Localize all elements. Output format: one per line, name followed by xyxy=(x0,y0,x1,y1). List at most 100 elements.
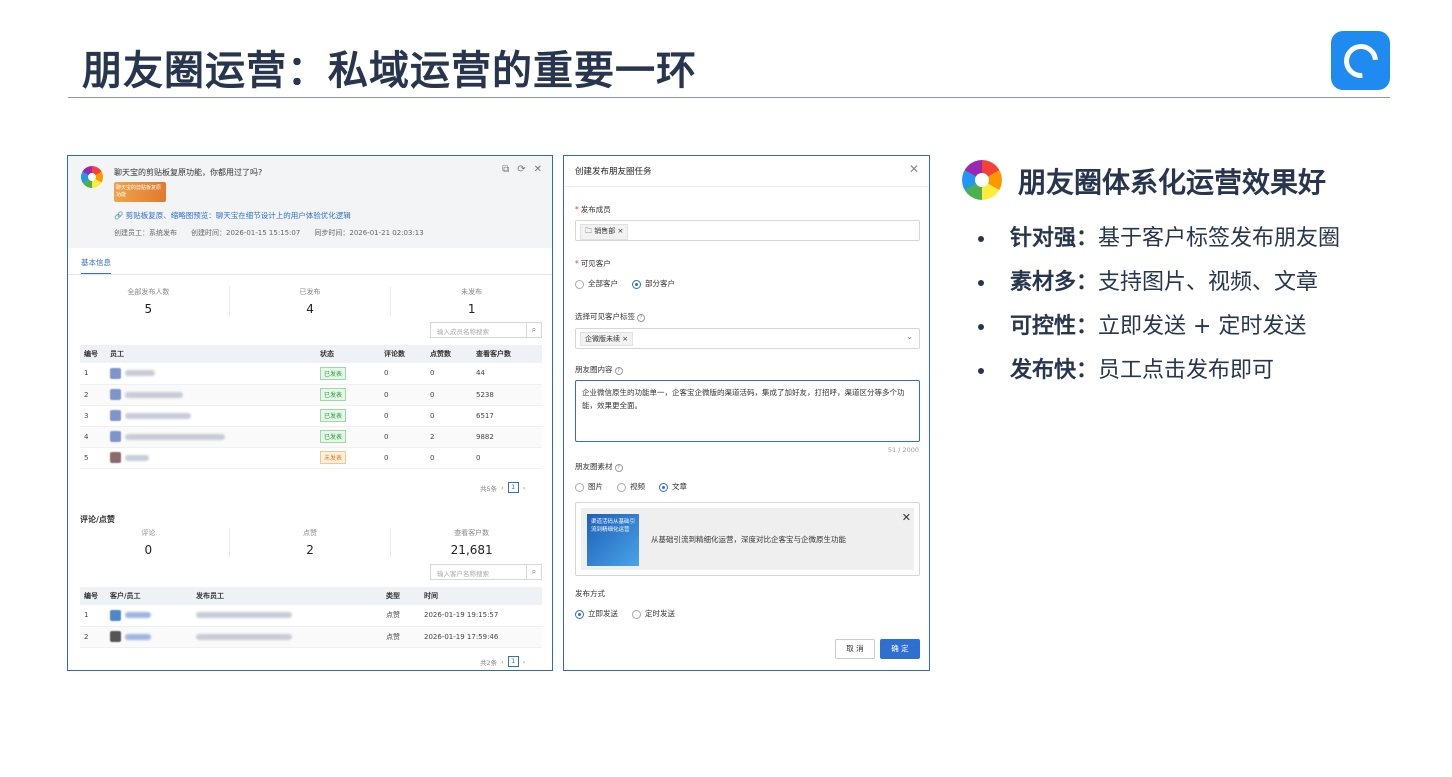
cell-no: 4 xyxy=(80,426,106,448)
article-card-body: 渠道活码从基础引流到精细化运营 从基础引流到精细化运营，深度对比企客宝与企微原生… xyxy=(581,508,914,570)
article-card[interactable]: 渠道活码从基础引流到精细化运营 从基础引流到精细化运营，深度对比企客宝与企微原生… xyxy=(575,502,920,576)
feature-text: 基于客户标签发布朋友圈 xyxy=(1098,226,1341,251)
help-icon[interactable]: ? xyxy=(637,314,645,322)
stat-viewers: 查看客户数 21,681 xyxy=(390,528,552,557)
confirm-button[interactable]: 确 定 xyxy=(880,639,920,659)
dialog-title: 创建发布朋友圈任务 xyxy=(575,167,652,177)
cell-viewers: 44 xyxy=(472,363,542,385)
label-text: 朋友圈内容 xyxy=(575,365,613,374)
content-textarea[interactable]: 企业微信原生的功能单一，企客宝企微版的渠道活码，集成了加好友，打招呼，渠道区分等… xyxy=(575,380,920,442)
cell-likes: 0 xyxy=(426,363,472,385)
engagement-table: 编号 客户/员工 发布员工 类型 时间 1 点赞 2026-01-19 19:1… xyxy=(80,587,542,648)
content-label: 朋友圈内容? xyxy=(575,364,623,375)
meta-created: 创建时间：2026-01-15 15:15:07 xyxy=(191,229,301,237)
table-row[interactable]: 4 已发表 0 2 9882 xyxy=(80,426,542,448)
prev-page-icon[interactable]: ‹ xyxy=(501,484,504,492)
publisher-field[interactable]: 🗀 销售部 × xyxy=(575,220,920,241)
cell-no: 2 xyxy=(80,626,106,648)
next-page-icon[interactable]: › xyxy=(523,658,526,666)
moments-detail-panel: 聊天宝的剪贴板复原功能，你都用过了吗? ⧉ ⟳ ✕ 聊天宝的剪贴板复原功能 🔗 … xyxy=(67,155,553,671)
stat-label: 未发布 xyxy=(461,288,483,296)
char-counter: 51 / 2000 xyxy=(887,446,919,454)
col-employee: 员工 xyxy=(106,345,316,363)
cell-viewers: 6517 xyxy=(472,405,542,427)
chip-label: 企微版未续 xyxy=(585,335,620,343)
radio-label: 视频 xyxy=(630,482,645,491)
cell-employee xyxy=(106,384,316,406)
cell-type: 点赞 xyxy=(382,605,420,627)
visible-customers-radio-group: 全部客户 部分客户 xyxy=(575,278,675,289)
radio-scheduled[interactable]: 定时发送 xyxy=(632,608,675,619)
refresh-icon[interactable]: ⟳ xyxy=(517,164,525,175)
close-icon[interactable]: ✕ xyxy=(534,164,542,175)
cell-employee xyxy=(106,363,316,385)
cell-viewers: 9882 xyxy=(472,426,542,448)
radio-all-customers[interactable]: 全部客户 xyxy=(575,278,618,289)
help-icon[interactable]: ? xyxy=(614,367,623,375)
cell-likes: 2 xyxy=(426,426,472,448)
cell-viewers: 5238 xyxy=(472,384,542,406)
search-placeholder: 输入客户名称搜索 xyxy=(437,570,489,578)
label-text: 可见客户 xyxy=(580,259,611,268)
member-search-input[interactable]: 输入成员名称搜索 ⌕ xyxy=(430,322,542,338)
customer-tag-label: 选择可见客户标签? xyxy=(575,311,645,322)
cell-status: 已发表 xyxy=(316,405,380,427)
cell-likes: 0 xyxy=(426,447,472,469)
radio-label: 文章 xyxy=(672,482,687,491)
radio-image[interactable]: 图片 xyxy=(575,481,603,492)
radio-send-now[interactable]: 立即发送 xyxy=(575,608,618,619)
col-time: 时间 xyxy=(420,587,542,605)
feature-list: 针对强：基于客户标签发布朋友圈 素材多：支持图片、视频、文章 可控性：立即发送 … xyxy=(978,222,1340,398)
post-link[interactable]: 🔗 剪贴板复原、缩略图预览：聊天宝在细节设计上的用户体验优化逻辑 xyxy=(114,210,351,221)
table-row[interactable]: 1 已发表 0 0 44 xyxy=(80,363,542,385)
tab-basic-info[interactable]: 基本信息 xyxy=(81,257,111,275)
table-row[interactable]: 1 点赞 2026-01-19 19:15:57 xyxy=(80,605,542,627)
search-placeholder: 输入成员名称搜索 xyxy=(437,328,489,336)
stat-value: 5 xyxy=(144,302,153,316)
prev-page-icon[interactable]: ‹ xyxy=(501,658,504,666)
radio-label: 图片 xyxy=(588,482,603,491)
radio-video[interactable]: 视频 xyxy=(617,481,645,492)
meta-synced: 同步时间：2026-01-21 02:03:13 xyxy=(314,229,424,237)
close-icon[interactable]: ✕ xyxy=(909,162,919,176)
cell-customer xyxy=(106,605,192,627)
visible-customers-label: * 可见客户 xyxy=(575,259,611,268)
remove-article-icon[interactable]: ✕ xyxy=(902,511,911,524)
table-row[interactable]: 5 未发表 0 0 0 xyxy=(80,447,542,469)
radio-article[interactable]: 文章 xyxy=(659,481,687,492)
tag-chip[interactable]: 企微版未续 × xyxy=(580,332,634,346)
table-row[interactable]: 3 已发表 0 0 6517 xyxy=(80,405,542,427)
feature-keyword: 素材多： xyxy=(1010,270,1099,295)
blurred-name xyxy=(125,433,225,440)
blurred-name xyxy=(125,612,151,619)
cancel-button[interactable]: 取 消 xyxy=(835,639,875,659)
blurred-name xyxy=(125,454,149,461)
cell-no: 5 xyxy=(80,447,106,469)
radio-some-customers[interactable]: 部分客户 xyxy=(632,278,675,289)
customer-search-input[interactable]: 输入客户名称搜索 ⌕ xyxy=(430,564,542,580)
publisher-chip[interactable]: 🗀 销售部 × xyxy=(580,224,629,240)
chevron-down-icon[interactable]: ⌄ xyxy=(906,332,913,341)
table-row[interactable]: 2 点赞 2026-01-19 17:59:46 xyxy=(80,626,542,648)
page-number[interactable]: 1 xyxy=(507,656,519,667)
export-icon[interactable]: ⧉ xyxy=(502,164,509,175)
label-text: 选择可见客户标签 xyxy=(575,312,635,321)
article-title: 从基础引流到精细化运营，深度对比企客宝与企微原生功能 xyxy=(651,535,846,544)
next-page-icon[interactable]: › xyxy=(523,484,526,492)
customer-tag-select[interactable]: 企微版未续 × ⌄ xyxy=(575,328,920,349)
search-icon[interactable]: ⌕ xyxy=(526,564,542,580)
dialog-divider xyxy=(564,186,929,187)
post-link-text: 剪贴板复原、缩略图预览：聊天宝在细节设计上的用户体验优化逻辑 xyxy=(125,211,351,220)
search-icon[interactable]: ⌕ xyxy=(526,322,542,338)
help-icon[interactable]: ? xyxy=(614,464,623,472)
feature-item: 发布快：员工点击发布即可 xyxy=(978,354,1340,398)
avatar xyxy=(110,410,121,421)
pager-total: 共2条 xyxy=(480,658,498,667)
table-row[interactable]: 2 已发表 0 0 5238 xyxy=(80,384,542,406)
stat-total: 全部发布人数 5 xyxy=(68,287,229,316)
app-avatar-icon xyxy=(81,166,103,188)
feature-keyword: 可控性： xyxy=(1010,314,1099,339)
page-number[interactable]: 1 xyxy=(507,482,519,493)
stat-label: 评论 xyxy=(141,529,156,537)
col-type: 类型 xyxy=(382,587,420,605)
